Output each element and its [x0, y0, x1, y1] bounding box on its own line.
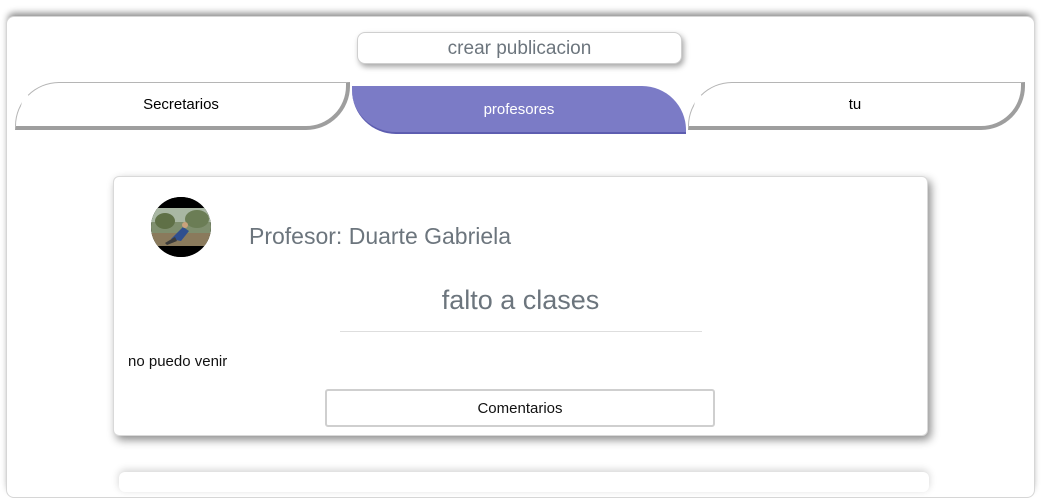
tab-profesores[interactable]: profesores: [352, 86, 686, 134]
tab-secretarios-label: Secretarios: [143, 96, 219, 113]
title-divider: [340, 331, 702, 332]
post-card: Profesor: Duarte Gabriela falto a clases…: [113, 176, 928, 436]
tab-tu-label: tu: [848, 96, 862, 113]
post-title: falto a clases: [441, 285, 600, 315]
tab-tu[interactable]: tu: [688, 82, 1025, 130]
comments-button-label: Comentarios: [477, 399, 563, 417]
post-author: Profesor: Duarte Gabriela: [249, 223, 512, 249]
author-avatar[interactable]: [151, 197, 211, 257]
next-post-card: [119, 472, 929, 492]
tab-profesores-label: profesores: [483, 100, 555, 118]
post-body: no puedo venir: [128, 353, 228, 370]
avatar-photo-icon: [151, 197, 211, 257]
create-post-button[interactable]: crear publicacion: [357, 32, 682, 64]
comments-button[interactable]: Comentarios: [325, 389, 715, 427]
tab-secretarios[interactable]: Secretarios: [15, 82, 350, 130]
